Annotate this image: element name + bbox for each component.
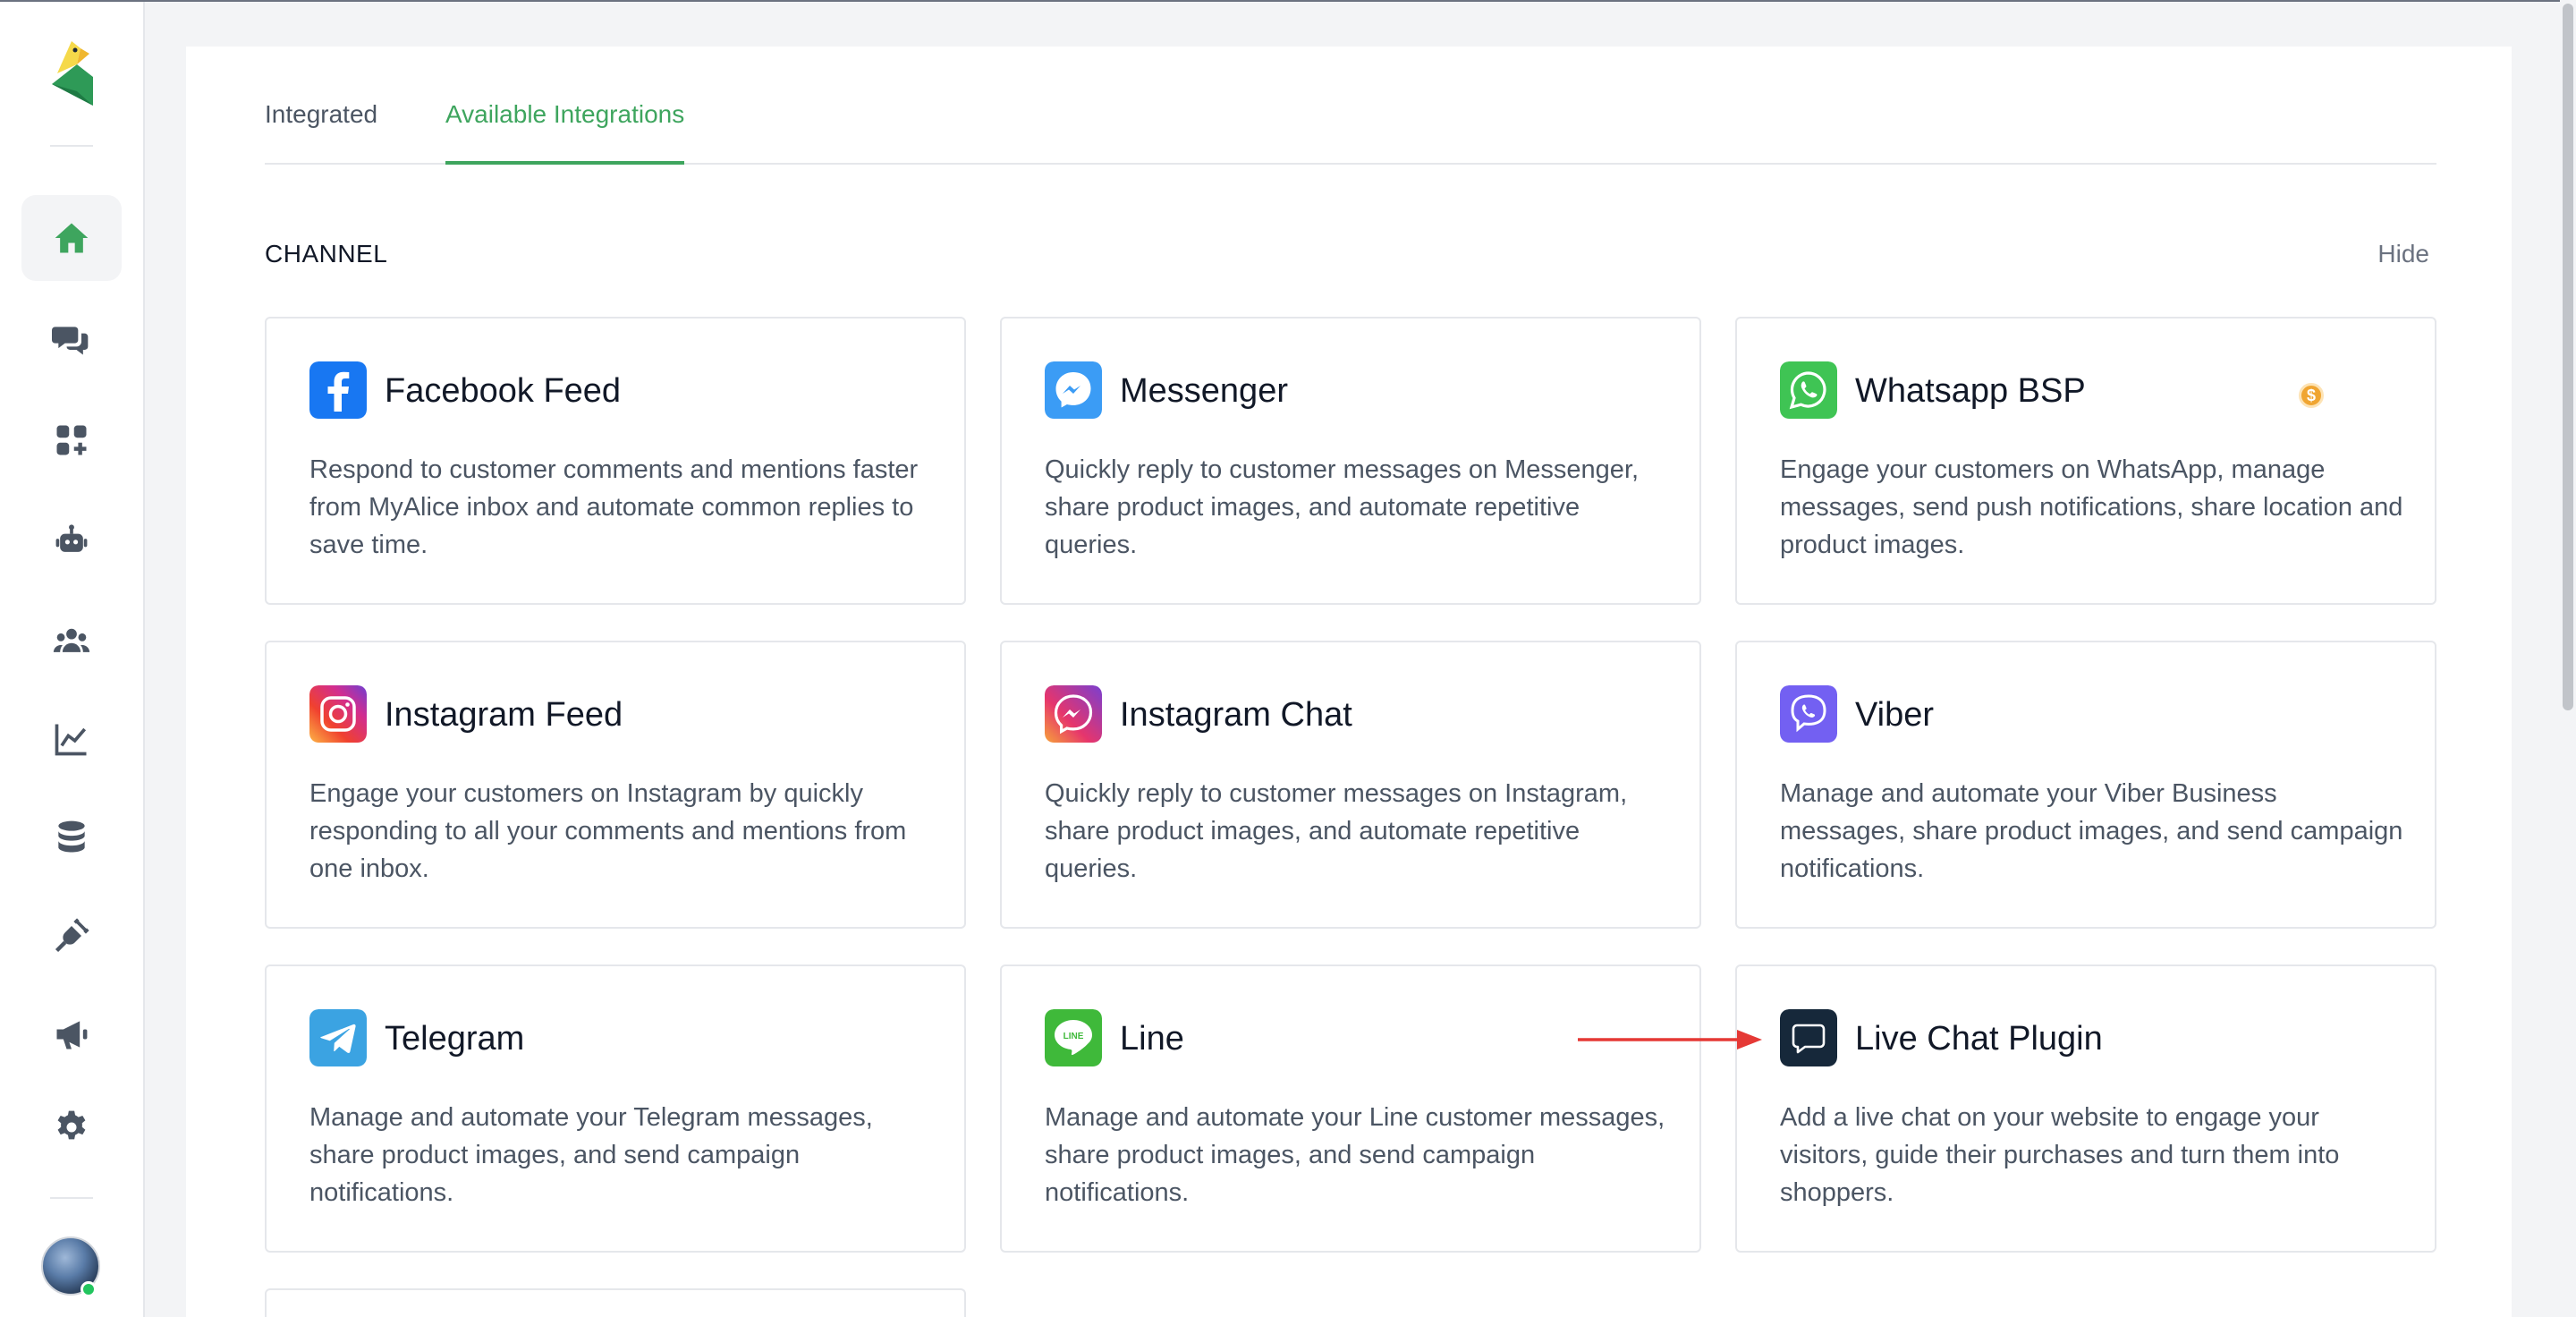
live-chat-icon: [1780, 1009, 1837, 1066]
card-description: Manage and automate your Telegram messag…: [309, 1103, 873, 1207]
instagram-icon: [309, 685, 367, 743]
card-description: Quickly reply to customer messages on Me…: [1045, 455, 1640, 559]
sidebar-item-customers[interactable]: [21, 598, 122, 684]
svg-text:LINE: LINE: [1063, 1032, 1084, 1041]
sidebar-item-integrations[interactable]: [21, 397, 122, 483]
card-description: Respond to customer comments and mention…: [309, 455, 919, 559]
integration-card-partial[interactable]: [265, 1288, 966, 1317]
card-title: Viber: [1855, 696, 1935, 734]
premium-badge-icon: $: [2299, 383, 2324, 408]
integration-card-viber[interactable]: Viber Manage and automate your Viber Bus…: [1735, 641, 2436, 929]
card-title: Instagram Chat: [1120, 696, 1352, 734]
customers-icon: [53, 628, 90, 652]
facebook-icon: [309, 361, 367, 419]
settings-icon: [57, 1110, 86, 1140]
tab-bar: Integrated Available Integrations: [265, 47, 2436, 165]
hide-button[interactable]: Hide: [2377, 240, 2429, 268]
card-title: Instagram Feed: [385, 696, 623, 734]
integration-card-instagram-feed[interactable]: Instagram Feed Engage your customers on …: [265, 641, 966, 929]
integration-card-live-chat-plugin[interactable]: Live Chat Plugin Add a live chat on your…: [1735, 964, 2436, 1253]
broadcast-icon: [56, 1021, 88, 1049]
sidebar-item-data[interactable]: [21, 794, 122, 880]
card-title: Facebook Feed: [385, 372, 622, 410]
integration-card-facebook-feed[interactable]: Facebook Feed Respond to customer commen…: [265, 317, 966, 605]
sidebar-divider: [50, 1197, 93, 1199]
integration-card-line[interactable]: LINE Line Manage and automate your Line …: [1000, 964, 1701, 1253]
home-icon: [55, 223, 89, 253]
sidebar-item-home[interactable]: [21, 195, 122, 281]
scrollbar-thumb[interactable]: [2563, 4, 2573, 710]
messenger-icon: [1045, 361, 1102, 419]
integration-card-messenger[interactable]: Messenger Quickly reply to customer mess…: [1000, 317, 1701, 605]
tab-integrated[interactable]: Integrated: [265, 100, 377, 165]
integrations-icon: [56, 425, 87, 455]
data-icon: [58, 820, 85, 853]
main-panel: Integrated Available Integrations CHANNE…: [186, 47, 2512, 1317]
annotation-arrow-icon: [1578, 1030, 1762, 1049]
card-title: Line: [1120, 1020, 1184, 1058]
card-description: Quickly reply to customer messages on In…: [1045, 779, 1628, 883]
window-top-border: [0, 0, 2576, 2]
analytics-icon: [55, 724, 87, 756]
chats-icon: [52, 327, 89, 355]
sidebar-item-broadcast[interactable]: [21, 991, 122, 1077]
card-title: Whatsapp BSP: [1855, 372, 2086, 410]
sidebar-divider: [50, 145, 93, 147]
integration-card-instagram-chat[interactable]: Instagram Chat Quickly reply to customer…: [1000, 641, 1701, 929]
card-description: Manage and automate your Line customer m…: [1045, 1103, 1665, 1207]
plug-icon: [55, 918, 89, 953]
card-description: Engage your customers on WhatsApp, manag…: [1780, 455, 2403, 559]
whatsapp-icon: [1780, 361, 1837, 419]
sidebar-item-plugins[interactable]: [21, 893, 122, 979]
tab-available-integrations[interactable]: Available Integrations: [445, 100, 685, 165]
myalice-logo[interactable]: [45, 38, 98, 111]
integration-card-telegram[interactable]: Telegram Manage and automate your Telegr…: [265, 964, 966, 1253]
viber-icon: [1780, 685, 1837, 743]
scrollbar[interactable]: [2560, 0, 2576, 1317]
card-description: Engage your customers on Instagram by qu…: [309, 779, 907, 883]
card-title: Telegram: [385, 1020, 525, 1058]
instagram-chat-icon: [1045, 685, 1102, 743]
card-title: Messenger: [1120, 372, 1288, 410]
sidebar-item-settings[interactable]: [21, 1084, 122, 1170]
sidebar-item-bot[interactable]: [21, 497, 122, 583]
sidebar-item-inbox[interactable]: [21, 297, 122, 383]
telegram-icon: [309, 1009, 367, 1066]
online-status-dot: [80, 1281, 97, 1297]
section-title: CHANNEL: [265, 240, 388, 268]
sidebar: [0, 2, 145, 1317]
integration-card-whatsapp-bsp[interactable]: Whatsapp BSP $ Engage your customers on …: [1735, 317, 2436, 605]
sidebar-item-analytics[interactable]: [21, 696, 122, 782]
line-icon: LINE: [1045, 1009, 1102, 1066]
card-description: Manage and automate your Viber Business …: [1780, 779, 2403, 883]
card-title: Live Chat Plugin: [1855, 1020, 2103, 1058]
card-description: Add a live chat on your website to engag…: [1780, 1103, 2340, 1207]
bot-icon: [55, 524, 88, 552]
